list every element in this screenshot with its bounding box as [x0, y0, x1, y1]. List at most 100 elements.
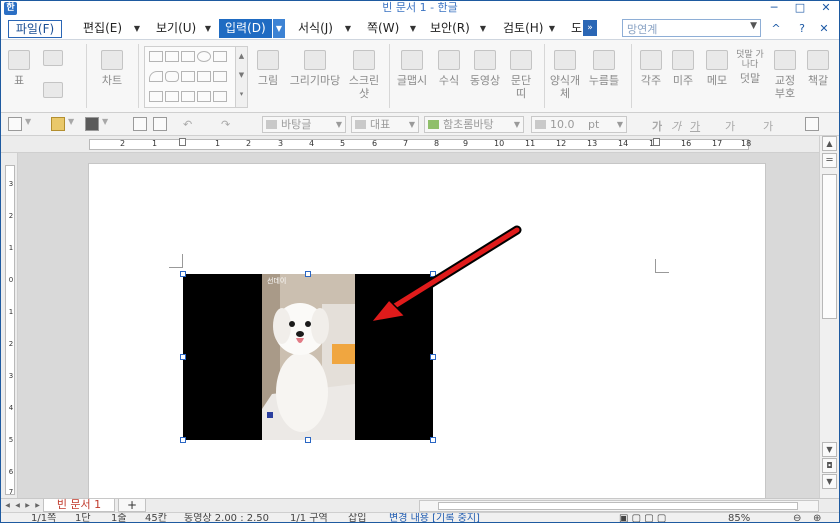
close-button[interactable]: ✕ [815, 1, 837, 16]
add-tab-button[interactable]: + [118, 499, 146, 512]
chevron-down-icon[interactable]: ▼ [25, 117, 31, 126]
shape-connector2-icon[interactable] [165, 91, 179, 102]
minimize-button[interactable]: ─ [763, 1, 785, 16]
hscroll-thumb[interactable] [438, 502, 798, 510]
zoom-in-icon[interactable]: ⊕ [813, 513, 821, 522]
print-icon[interactable] [133, 117, 147, 131]
gallery-scroll[interactable]: ▲ ▼ ▾ [235, 47, 247, 107]
menu-review[interactable]: 검토(H) [503, 19, 543, 38]
resize-handle-bottom[interactable] [305, 437, 311, 443]
save-icon[interactable] [85, 117, 99, 131]
tab-prev-icon[interactable]: ◀ [13, 500, 22, 511]
picture-button[interactable]: 그림 [255, 50, 281, 87]
font-name-select[interactable]: 함초롬바탕 ▼ [424, 116, 524, 133]
scroll-down-button[interactable]: ▼ [822, 442, 837, 457]
cell-button[interactable] [41, 82, 65, 98]
left-indent-marker[interactable] [179, 138, 186, 146]
menu-review-dropdown-icon[interactable]: ▼ [546, 19, 558, 38]
tab-next-icon[interactable]: ▶ [23, 500, 32, 511]
bold-button[interactable]: 가 [652, 118, 662, 134]
menu-edit[interactable]: 편집(E) [83, 19, 122, 38]
split-view-button[interactable]: ═ [822, 153, 837, 168]
status-zoom[interactable]: 85% [728, 513, 750, 522]
vertical-scrollbar[interactable]: ▲ ═ ▼ ◘ ▼ [819, 136, 839, 498]
shape-textbox-icon[interactable] [165, 51, 179, 62]
shape-curve-icon[interactable] [165, 71, 179, 82]
shape-line-icon[interactable] [213, 51, 227, 62]
style-select[interactable]: 바탕글 ▼ [262, 116, 346, 133]
font-type-select[interactable]: 대표 ▼ [351, 116, 419, 133]
shape-gallery[interactable]: ▲ ▼ ▾ [144, 46, 248, 108]
screenshot-button[interactable]: 스크린샷 [347, 50, 381, 100]
status-track-changes[interactable]: 변경 내용 [기록 중지] [389, 513, 480, 522]
form-object-button[interactable]: 양식개체 [549, 50, 581, 100]
menu-page[interactable]: 쪽(W) [367, 19, 399, 38]
horizontal-ruler[interactable]: 2 1 1 2 3 4 5 6 7 8 9 10 11 12 13 14 15 … [1, 136, 839, 153]
tab-document-1[interactable]: 빈 문서 1 [43, 499, 115, 512]
endnote-button[interactable]: 미주 [669, 50, 697, 87]
horizontal-scrollbar[interactable] [419, 500, 819, 512]
shape-rect-icon[interactable] [149, 51, 163, 62]
page-up-button[interactable]: ◘ [822, 458, 837, 473]
underline-button[interactable]: 가 [690, 118, 700, 134]
shape-freeform-icon[interactable] [197, 71, 211, 82]
status-page[interactable]: 1/1쪽 [31, 513, 56, 522]
italic-button[interactable]: 가 [671, 118, 681, 134]
font-size-select[interactable]: 10.0 pt ▼ [531, 116, 627, 133]
align-icon[interactable] [805, 117, 819, 131]
shape-connector-icon[interactable] [149, 91, 163, 102]
menu-format-dropdown-icon[interactable]: ▼ [342, 19, 354, 38]
drawing-button[interactable]: 그리기마당 [287, 50, 343, 87]
strike-button[interactable]: 가 [725, 118, 735, 134]
equation-button[interactable]: 수식 [435, 50, 463, 87]
menu-more-button[interactable]: » [583, 20, 597, 36]
shape-line2-icon[interactable] [213, 71, 227, 82]
menu-insert-dropdown-icon[interactable]: ▼ [273, 19, 285, 38]
shape-arc-icon[interactable] [149, 71, 163, 82]
chevron-down-icon[interactable]: ▼ [102, 117, 108, 126]
table-button[interactable]: 표 [7, 50, 31, 87]
menu-format[interactable]: 서식(J) [298, 19, 333, 38]
menu-security[interactable]: 보안(R) [430, 19, 470, 38]
redo-icon[interactable]: ↷ [221, 118, 230, 131]
menu-file[interactable]: 파일(F) [8, 20, 62, 38]
menu-tools[interactable]: 도 [571, 19, 582, 38]
resize-handle-top-left[interactable] [180, 271, 186, 277]
shape-textbox2-icon[interactable] [181, 51, 195, 62]
shape-ellipse-icon[interactable] [197, 51, 211, 62]
shape-connector3-icon[interactable] [181, 91, 195, 102]
menu-edit-dropdown-icon[interactable]: ▼ [131, 19, 143, 38]
resize-handle-left[interactable] [180, 354, 186, 360]
comment-button[interactable]: 덧말 가나다 덧말 [735, 50, 765, 85]
scroll-up-button[interactable]: ▲ [822, 136, 837, 151]
shape-connector4-icon[interactable] [197, 91, 211, 102]
memo-button[interactable]: 메모 [703, 50, 731, 87]
menu-view[interactable]: 보기(U) [156, 19, 196, 38]
document-area[interactable]: 선데이 [18, 153, 819, 503]
menu-view-dropdown-icon[interactable]: ▼ [202, 19, 214, 38]
resize-handle-bottom-left[interactable] [180, 437, 186, 443]
scroll-thumb[interactable] [822, 174, 837, 319]
tab-first-icon[interactable]: ◀ [3, 500, 12, 511]
chevron-down-icon[interactable]: ▼ [750, 21, 757, 31]
new-doc-icon[interactable] [8, 117, 22, 131]
chevron-down-icon[interactable]: ▼ [68, 117, 74, 126]
paragraph-band-button[interactable]: 문단띠 [507, 50, 535, 100]
ribbon-collapse-button[interactable]: ^ [767, 20, 785, 38]
close-doc-button[interactable]: ✕ [815, 20, 833, 38]
right-indent-marker[interactable] [653, 138, 660, 146]
status-insert[interactable]: 삽입 [348, 513, 366, 522]
shape-polygon-icon[interactable] [181, 71, 195, 82]
preview-icon[interactable] [153, 117, 167, 131]
shape-connector5-icon[interactable] [213, 91, 227, 102]
table-style-button[interactable] [41, 50, 65, 66]
proof-mark-button[interactable]: 교정부호 [771, 50, 799, 100]
undo-icon[interactable]: ↶ [183, 118, 192, 131]
button-field-button[interactable]: 누름틀 [586, 50, 622, 87]
vertical-ruler[interactable]: 3 2 1 0 1 2 3 4 5 6 7 [1, 153, 18, 498]
video-button[interactable]: 동영상 [467, 50, 503, 87]
page[interactable]: 선데이 [88, 163, 766, 503]
resize-handle-right[interactable] [430, 354, 436, 360]
tab-last-icon[interactable]: ▶ [33, 500, 42, 511]
menu-security-dropdown-icon[interactable]: ▼ [477, 19, 489, 38]
